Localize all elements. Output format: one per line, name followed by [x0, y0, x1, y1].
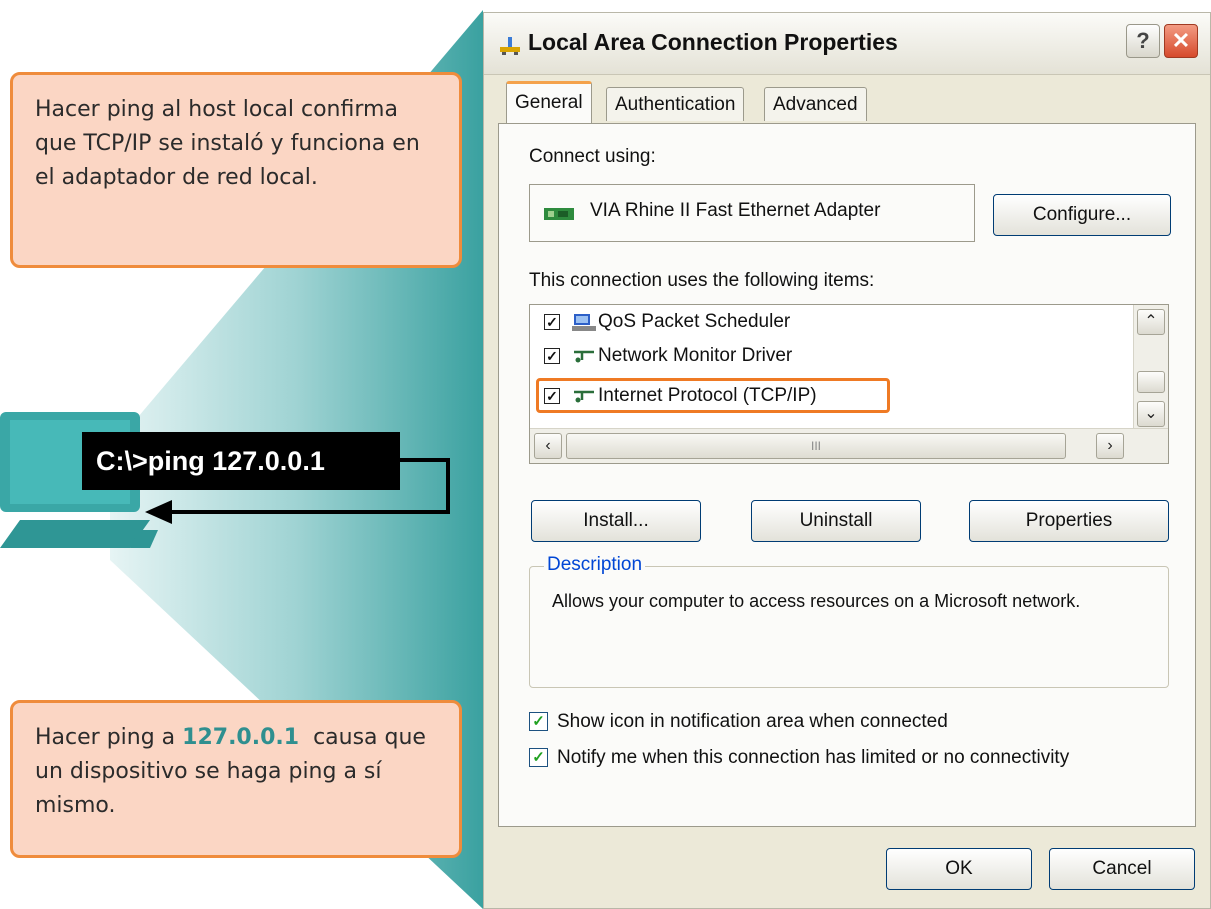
item-checkbox[interactable]: ✓ — [544, 314, 560, 330]
properties-dialog: Local Area Connection Properties ? ✕ Gen… — [483, 12, 1211, 909]
adapter-field: VIA Rhine II Fast Ethernet Adapter — [529, 184, 975, 242]
scroll-thumb[interactable] — [1137, 371, 1165, 393]
show-icon-check-icon[interactable]: ✓ — [529, 712, 548, 731]
description-group: Description Allows your computer to acce… — [529, 554, 1169, 688]
connect-using-label: Connect using: — [529, 146, 656, 167]
vertical-scrollbar[interactable]: ⌃ ⌄ — [1133, 305, 1168, 431]
notify-label: Notify me when this connection has limit… — [557, 747, 1070, 768]
uninstall-button[interactable]: Uninstall — [751, 500, 921, 542]
network-adapter-icon — [544, 208, 574, 220]
tab-advanced[interactable]: Advanced — [764, 87, 867, 121]
callout-loopback: Hacer ping a 127.0.0.1 causa que un disp… — [10, 700, 462, 858]
tab-authentication[interactable]: Authentication — [606, 87, 745, 121]
item-label: Network Monitor Driver — [598, 345, 793, 366]
callout-localhost-text: Hacer ping al host local confirma que TC… — [35, 97, 420, 190]
tcpip-highlight-box — [536, 378, 890, 413]
scroll-down-button[interactable]: ⌄ — [1137, 401, 1165, 427]
description-text: Allows your computer to access resources… — [552, 591, 1081, 611]
horizontal-scroll-thumb[interactable]: III — [566, 433, 1066, 459]
qos-scheduler-icon — [572, 314, 596, 331]
network-connection-icon — [500, 37, 520, 55]
general-tab-panel: Connect using: VIA Rhine II Fast Etherne… — [498, 123, 1196, 827]
description-label: Description — [544, 554, 646, 576]
show-icon-label: Show icon in notification area when conn… — [557, 711, 948, 732]
adapter-name: VIA Rhine II Fast Ethernet Adapter — [590, 200, 881, 221]
title-bar[interactable]: Local Area Connection Properties ? ✕ — [484, 13, 1210, 75]
scroll-right-button[interactable]: › — [1096, 433, 1124, 459]
items-list[interactable]: ✓ QoS Packet Scheduler ✓ Network Monitor… — [529, 304, 1169, 464]
list-item[interactable]: ✓ Network Monitor Driver — [540, 341, 1100, 371]
notify-check-icon[interactable]: ✓ — [529, 748, 548, 767]
network-protocol-icon — [574, 350, 594, 363]
callout-localhost: Hacer ping al host local confirma que TC… — [10, 72, 462, 268]
configure-button[interactable]: Configure... — [993, 194, 1171, 236]
loopback-address: 127.0.0.1 — [182, 725, 300, 750]
show-icon-checkbox[interactable]: ✓ Show icon in notification area when co… — [529, 710, 1129, 734]
cancel-button[interactable]: Cancel — [1049, 848, 1195, 890]
list-item[interactable]: ✓ QoS Packet Scheduler — [540, 307, 1100, 337]
ping-command: C:\>ping 127.0.0.1 — [82, 432, 400, 490]
callout-loopback-text-1: Hacer ping a — [35, 725, 183, 750]
item-label: QoS Packet Scheduler — [598, 311, 791, 332]
ok-button[interactable]: OK — [886, 848, 1032, 890]
scroll-up-button[interactable]: ⌃ — [1137, 309, 1165, 335]
notify-checkbox[interactable]: ✓ Notify me when this connection has lim… — [529, 746, 1169, 770]
tab-general[interactable]: General — [506, 81, 592, 123]
help-button[interactable]: ? — [1126, 24, 1160, 58]
properties-button[interactable]: Properties — [969, 500, 1169, 542]
dialog-title: Local Area Connection Properties — [528, 29, 898, 55]
scroll-left-button[interactable]: ‹ — [534, 433, 562, 459]
items-label: This connection uses the following items… — [529, 270, 875, 291]
close-button[interactable]: ✕ — [1164, 24, 1198, 58]
horizontal-scrollbar[interactable]: ‹ III › — [530, 428, 1168, 463]
install-button[interactable]: Install... — [531, 500, 701, 542]
item-checkbox[interactable]: ✓ — [544, 348, 560, 364]
